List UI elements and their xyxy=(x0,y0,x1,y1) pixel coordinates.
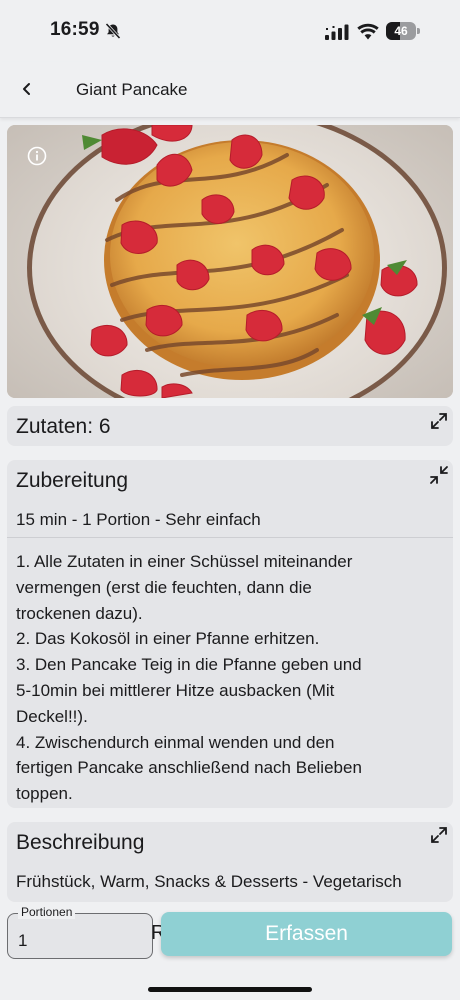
portions-input[interactable]: 1 xyxy=(18,931,138,951)
step-line: 3. Den Pancake Teig in die Pfanne geben … xyxy=(16,655,362,675)
step-line: Deckel!!). xyxy=(16,706,88,726)
battery-icon: 46 xyxy=(386,22,420,40)
submit-button[interactable]: Erfassen xyxy=(161,912,452,956)
battery-percentage: 46 xyxy=(394,24,408,38)
divider xyxy=(7,537,453,538)
bottom-action-bar: Portionen 1 R Erfassen xyxy=(0,905,460,1000)
step-line: 5-10min bei mittlerer Hitze ausbacken (M… xyxy=(16,680,335,700)
collapse-icon[interactable] xyxy=(429,465,449,485)
description-card[interactable]: Beschreibung Frühstück, Warm, Snacks & D… xyxy=(7,822,453,902)
bell-slash-icon xyxy=(104,22,122,40)
preparation-meta: 15 min - 1 Portion - Sehr einfach xyxy=(16,510,261,529)
status-bar: 16:59 46 xyxy=(0,0,460,62)
preparation-title: Zubereitung xyxy=(16,469,129,492)
status-time: 16:59 xyxy=(50,19,100,40)
description-title: Beschreibung xyxy=(16,831,145,854)
step-line: 2. Das Kokosöl in einer Pfanne erhitzen. xyxy=(16,629,320,649)
wifi-icon xyxy=(357,22,379,40)
cellular-signal-icon xyxy=(325,24,349,40)
portions-label: Portionen xyxy=(18,905,76,919)
page-title: Giant Pancake xyxy=(76,80,188,99)
chevron-left-icon xyxy=(23,83,30,95)
expand-icon[interactable] xyxy=(429,825,449,845)
step-line: 4. Zwischendurch einmal wenden und den xyxy=(16,732,335,752)
preparation-card: Zubereitung 15 min - 1 Portion - Sehr ei… xyxy=(7,460,453,808)
step-line: vermengen (erst die feuchten, dann die xyxy=(16,577,312,597)
home-indicator xyxy=(148,987,312,992)
ingredients-card[interactable]: Zutaten: 6 xyxy=(7,406,453,446)
preparation-steps: 1. Alle Zutaten in einer Schüssel mitein… xyxy=(16,549,448,807)
info-icon[interactable] xyxy=(27,146,47,166)
portions-field[interactable]: Portionen 1 xyxy=(7,905,153,959)
description-tags: Frühstück, Warm, Snacks & Desserts - Veg… xyxy=(16,872,402,891)
step-line: toppen. xyxy=(16,784,73,804)
step-line: 1. Alle Zutaten in einer Schüssel mitein… xyxy=(16,552,353,571)
recipe-image xyxy=(7,125,453,398)
step-line: trockenen dazu). xyxy=(16,603,143,623)
back-button[interactable] xyxy=(12,74,42,104)
app-header: Giant Pancake xyxy=(0,62,460,118)
expand-icon[interactable] xyxy=(429,411,449,431)
ingredients-title: Zutaten: 6 xyxy=(16,415,111,438)
step-line: fertigen Pancake anschließend nach Belie… xyxy=(16,758,362,778)
